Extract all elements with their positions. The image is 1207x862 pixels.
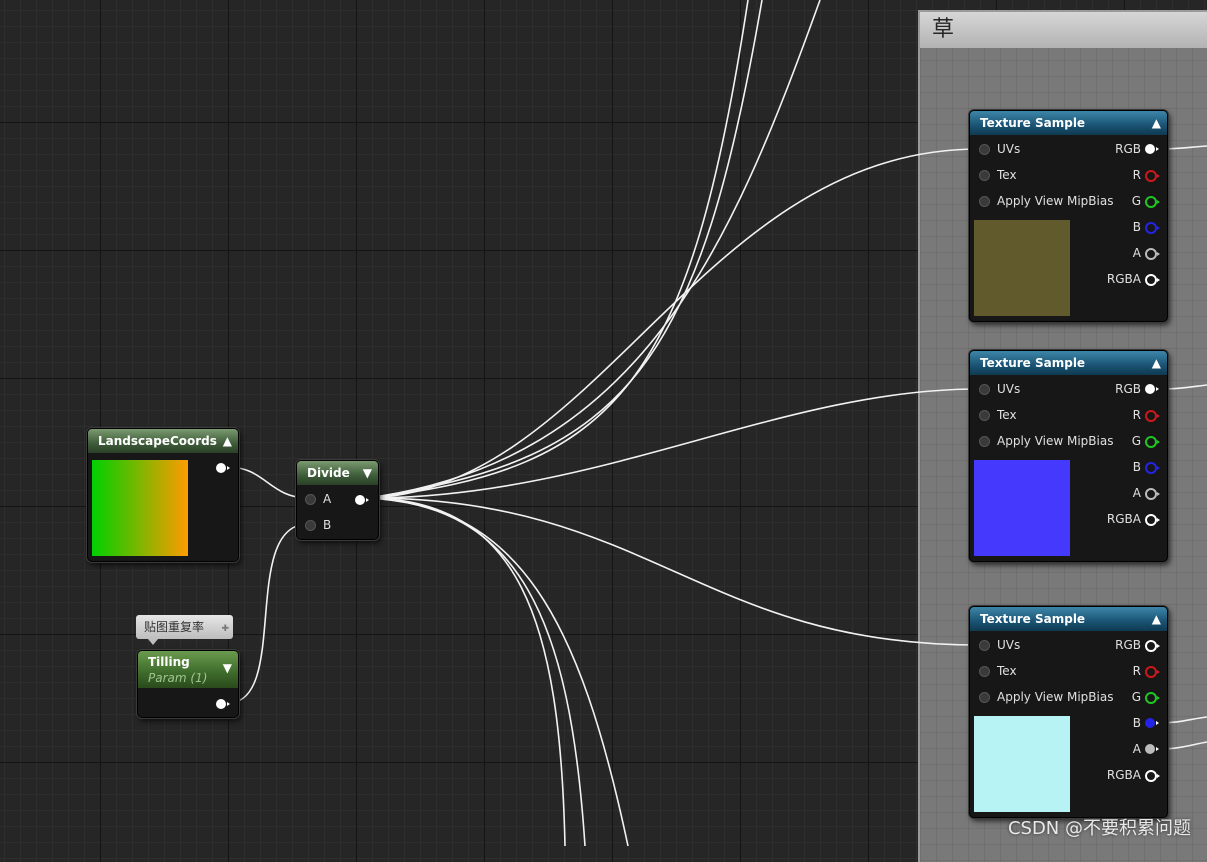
a-output-label: A	[1132, 742, 1141, 756]
r-output-pin[interactable]	[1145, 410, 1160, 422]
tex-input-pin[interactable]	[979, 410, 990, 421]
a-output-label: A	[1132, 246, 1141, 260]
divide-input-a-pin[interactable]	[305, 494, 316, 505]
g-output-label: G	[1131, 194, 1141, 208]
b-output-pin[interactable]	[1145, 222, 1160, 234]
divide-input-b-label: B	[323, 518, 332, 532]
landscape-coords-header[interactable]: LandscapeCoords ▲	[88, 429, 238, 453]
divide-title: Divide	[307, 466, 350, 480]
b-output-label: B	[1132, 716, 1141, 730]
b-output-label: B	[1132, 220, 1141, 234]
g-output-label: G	[1131, 434, 1141, 448]
tex-input-label: Tex	[997, 664, 1017, 678]
rgb-output-label: RGB	[1115, 382, 1141, 396]
mipbias-input-pin[interactable]	[979, 436, 990, 447]
landscape-coords-preview	[92, 460, 188, 556]
b-output-label: B	[1132, 460, 1141, 474]
b-output-pin[interactable]	[1145, 718, 1159, 728]
wire-divide-down-1	[367, 497, 566, 846]
uvs-input-pin[interactable]	[979, 144, 990, 155]
rgba-output-pin[interactable]	[1145, 514, 1160, 526]
r-output-label: R	[1132, 168, 1141, 182]
pin-icon[interactable]: ✚	[221, 617, 229, 641]
tilling-tooltip: 贴图重复率 ✚	[136, 615, 233, 645]
collapse-arrow-icon[interactable]: ▼	[363, 461, 372, 485]
texture-preview	[974, 220, 1070, 316]
watermark: CSDN @不要积累问题	[1007, 818, 1191, 839]
texture-sample-title: Texture Sample	[980, 356, 1086, 370]
landscape-coords-title: LandscapeCoords	[98, 434, 217, 448]
tex-input-label: Tex	[997, 408, 1017, 422]
r-output-label: R	[1132, 408, 1141, 422]
texture-preview	[974, 716, 1070, 812]
collapse-arrow-icon[interactable]: ▼	[223, 660, 232, 676]
collapse-arrow-icon[interactable]: ▲	[1152, 351, 1161, 375]
tilling-output-pin[interactable]	[216, 699, 230, 709]
texture-preview	[974, 460, 1070, 556]
texture-sample-node[interactable]: Texture Sample ▲ UVs Tex Apply View MipB…	[969, 350, 1168, 562]
rgba-output-label: RGBA	[1106, 512, 1141, 526]
wire-divide-tex2	[367, 388, 979, 499]
r-output-pin[interactable]	[1145, 666, 1160, 678]
texture-sample-header[interactable]: Texture Sample ▲	[970, 111, 1167, 135]
wire-divide-up-3	[367, 0, 821, 499]
tilling-header[interactable]: Tilling Param (1) ▼	[138, 651, 238, 688]
uvs-input-label: UVs	[997, 382, 1021, 396]
texture-sample-title: Texture Sample	[980, 612, 1086, 626]
r-output-pin[interactable]	[1145, 170, 1160, 182]
divide-node[interactable]: Divide ▼ A B	[296, 460, 379, 540]
wire-divide-up-1	[367, 0, 749, 499]
rgb-output-pin[interactable]	[1145, 144, 1159, 154]
rgb-output-pin[interactable]	[1145, 640, 1160, 652]
wire-divide-tex1	[367, 148, 979, 499]
collapse-arrow-icon[interactable]: ▲	[1152, 111, 1161, 135]
g-output-pin[interactable]	[1145, 436, 1160, 448]
b-output-pin[interactable]	[1145, 462, 1160, 474]
mipbias-input-label: Apply View MipBias	[997, 690, 1114, 704]
wire-tilling-divide	[227, 523, 309, 704]
texture-sample-header[interactable]: Texture Sample ▲	[970, 607, 1167, 631]
texture-sample-node[interactable]: Texture Sample ▲ UVs Tex Apply View MipB…	[969, 110, 1168, 322]
mipbias-input-label: Apply View MipBias	[997, 194, 1114, 208]
g-output-pin[interactable]	[1145, 692, 1160, 704]
tex-input-pin[interactable]	[979, 666, 990, 677]
uvs-input-label: UVs	[997, 142, 1021, 156]
texture-sample-title: Texture Sample	[980, 116, 1086, 130]
wire-divide-down-2	[367, 497, 586, 846]
g-output-pin[interactable]	[1145, 196, 1160, 208]
mipbias-input-pin[interactable]	[979, 196, 990, 207]
a-output-pin[interactable]	[1145, 488, 1160, 500]
a-output-label: A	[1132, 486, 1141, 500]
tex-input-pin[interactable]	[979, 170, 990, 181]
divide-input-a-label: A	[323, 492, 332, 506]
uvs-input-pin[interactable]	[979, 384, 990, 395]
tex-input-label: Tex	[997, 168, 1017, 182]
g-output-label: G	[1131, 690, 1141, 704]
rgb-output-label: RGB	[1115, 638, 1141, 652]
landscape-coords-output-pin[interactable]	[216, 463, 230, 473]
rgba-output-label: RGBA	[1106, 768, 1141, 782]
mipbias-input-label: Apply View MipBias	[997, 434, 1114, 448]
rgba-output-label: RGBA	[1106, 272, 1141, 286]
a-output-pin[interactable]	[1145, 248, 1160, 260]
divide-header[interactable]: Divide ▼	[297, 461, 378, 485]
texture-sample-node[interactable]: Texture Sample ▲ UVs Tex Apply View MipB…	[969, 606, 1168, 818]
rgba-output-pin[interactable]	[1145, 770, 1160, 782]
mipbias-input-pin[interactable]	[979, 692, 990, 703]
rgba-output-pin[interactable]	[1145, 274, 1160, 286]
uvs-input-label: UVs	[997, 638, 1021, 652]
landscape-coords-node[interactable]: LandscapeCoords ▲	[87, 428, 239, 562]
collapse-arrow-icon[interactable]: ▲	[223, 429, 232, 453]
a-output-pin[interactable]	[1145, 744, 1159, 754]
rgb-output-pin[interactable]	[1145, 384, 1159, 394]
divide-output-pin[interactable]	[355, 495, 369, 505]
tilling-tooltip-text: 贴图重复率	[144, 620, 205, 634]
tilling-param-node[interactable]: Tilling Param (1) ▼	[137, 650, 239, 718]
uvs-input-pin[interactable]	[979, 640, 990, 651]
rgb-output-label: RGB	[1115, 142, 1141, 156]
texture-sample-header[interactable]: Texture Sample ▲	[970, 351, 1167, 375]
collapse-arrow-icon[interactable]: ▲	[1152, 607, 1161, 631]
r-output-label: R	[1132, 664, 1141, 678]
divide-input-b-pin[interactable]	[305, 520, 316, 531]
